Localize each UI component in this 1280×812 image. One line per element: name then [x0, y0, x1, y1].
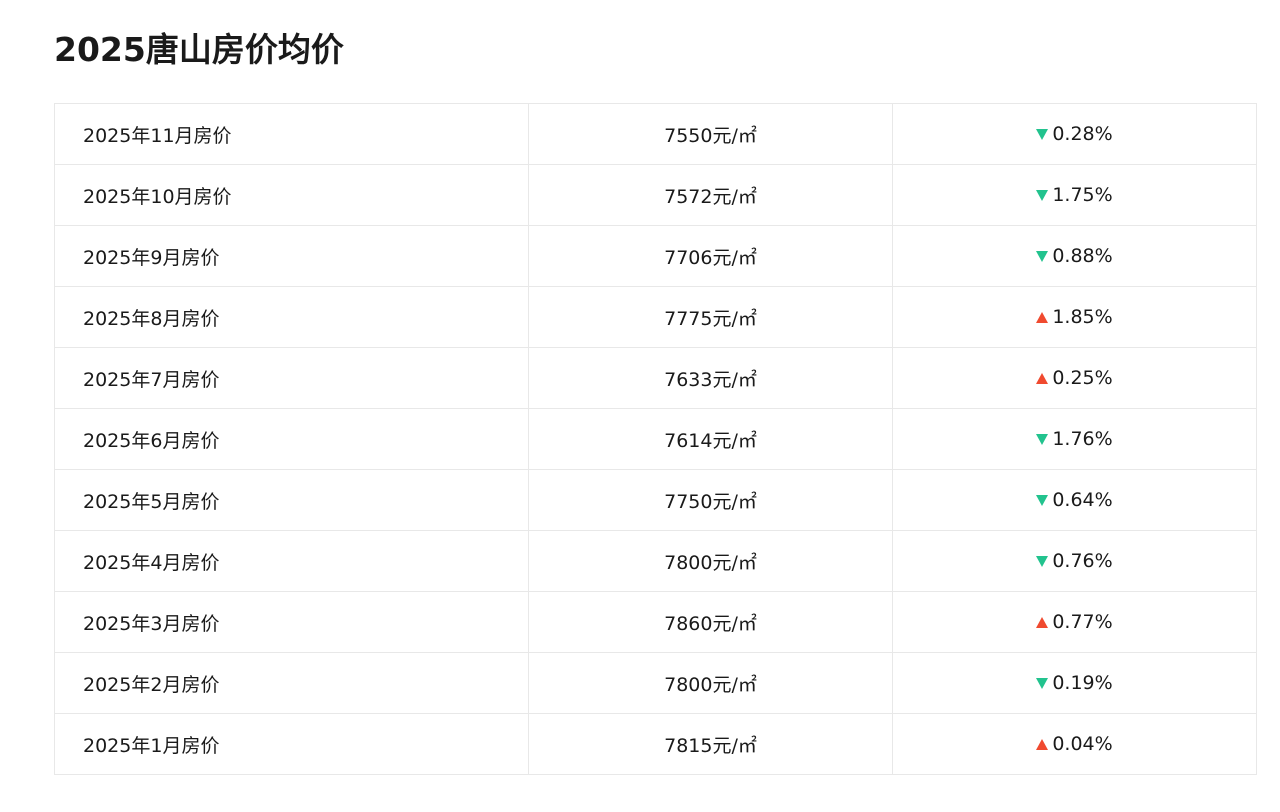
month-label: 2025年8月房价: [54, 286, 529, 348]
triangle-down-icon: [1036, 128, 1049, 140]
month-label: 2025年4月房价: [54, 530, 529, 592]
price-change: 0.25%: [892, 347, 1257, 409]
price-change: 0.28%: [892, 103, 1257, 165]
month-label: 2025年5月房价: [54, 469, 529, 531]
price-change: 0.76%: [892, 530, 1257, 592]
triangle-up-icon: [1036, 311, 1049, 323]
average-price: 7633元/㎡: [528, 347, 893, 409]
table-row: 2025年2月房价 7800元/㎡ 0.19%: [54, 652, 1257, 714]
table-row: 2025年11月房价 7550元/㎡ 0.28%: [54, 103, 1257, 165]
change-indicator: 1.75%: [1036, 184, 1113, 207]
change-indicator: 0.25%: [1036, 367, 1113, 390]
price-change: 1.75%: [892, 164, 1257, 226]
average-price: 7706元/㎡: [528, 225, 893, 287]
price-change: 1.85%: [892, 286, 1257, 348]
table-row: 2025年1月房价 7815元/㎡ 0.04%: [54, 713, 1257, 775]
month-label: 2025年3月房价: [54, 591, 529, 653]
average-price: 7572元/㎡: [528, 164, 893, 226]
month-label: 2025年7月房价: [54, 347, 529, 409]
price-change: 0.77%: [892, 591, 1257, 653]
triangle-down-icon: [1036, 433, 1049, 445]
table-row: 2025年7月房价 7633元/㎡ 0.25%: [54, 347, 1257, 409]
table-row: 2025年10月房价 7572元/㎡ 1.75%: [54, 164, 1257, 226]
month-label: 2025年9月房价: [54, 225, 529, 287]
average-price: 7800元/㎡: [528, 652, 893, 714]
price-change: 0.88%: [892, 225, 1257, 287]
triangle-down-icon: [1036, 250, 1049, 262]
change-indicator: 0.19%: [1036, 672, 1113, 695]
price-change: 0.64%: [892, 469, 1257, 531]
price-change: 0.19%: [892, 652, 1257, 714]
page-title: 2025唐山房价均价: [54, 30, 344, 69]
month-label: 2025年2月房价: [54, 652, 529, 714]
average-price: 7550元/㎡: [528, 103, 893, 165]
change-indicator: 0.04%: [1036, 733, 1113, 756]
average-price: 7750元/㎡: [528, 469, 893, 531]
average-price: 7815元/㎡: [528, 713, 893, 775]
change-indicator: 1.85%: [1036, 306, 1113, 329]
average-price: 7800元/㎡: [528, 530, 893, 592]
triangle-down-icon: [1036, 494, 1049, 506]
price-table: 2025年11月房价 7550元/㎡ 0.28% 2025年10月房价 7572…: [54, 103, 1257, 775]
month-label: 2025年10月房价: [54, 164, 529, 226]
change-indicator: 0.77%: [1036, 611, 1113, 634]
month-label: 2025年11月房价: [54, 103, 529, 165]
change-percent: 1.85%: [1052, 306, 1113, 329]
triangle-up-icon: [1036, 738, 1049, 750]
average-price: 7775元/㎡: [528, 286, 893, 348]
change-indicator: 0.76%: [1036, 550, 1113, 573]
change-percent: 0.19%: [1052, 672, 1113, 695]
table-row: 2025年8月房价 7775元/㎡ 1.85%: [54, 286, 1257, 348]
change-percent: 0.04%: [1052, 733, 1113, 756]
change-percent: 1.75%: [1052, 184, 1113, 207]
month-label: 2025年6月房价: [54, 408, 529, 470]
month-label: 2025年1月房价: [54, 713, 529, 775]
average-price: 7860元/㎡: [528, 591, 893, 653]
change-percent: 0.25%: [1052, 367, 1113, 390]
change-percent: 0.77%: [1052, 611, 1113, 634]
triangle-down-icon: [1036, 555, 1049, 567]
triangle-up-icon: [1036, 372, 1049, 384]
change-indicator: 0.88%: [1036, 245, 1113, 268]
average-price: 7614元/㎡: [528, 408, 893, 470]
change-percent: 0.88%: [1052, 245, 1113, 268]
page: 2025唐山房价均价 2025年11月房价 7550元/㎡ 0.28% 2025…: [0, 0, 1280, 812]
table-row: 2025年4月房价 7800元/㎡ 0.76%: [54, 530, 1257, 592]
table-row: 2025年6月房价 7614元/㎡ 1.76%: [54, 408, 1257, 470]
table-row: 2025年5月房价 7750元/㎡ 0.64%: [54, 469, 1257, 531]
table-row: 2025年3月房价 7860元/㎡ 0.77%: [54, 591, 1257, 653]
triangle-up-icon: [1036, 616, 1049, 628]
change-percent: 0.64%: [1052, 489, 1113, 512]
triangle-down-icon: [1036, 189, 1049, 201]
change-percent: 1.76%: [1052, 428, 1113, 451]
change-indicator: 0.28%: [1036, 123, 1113, 146]
table-row: 2025年9月房价 7706元/㎡ 0.88%: [54, 225, 1257, 287]
change-indicator: 1.76%: [1036, 428, 1113, 451]
price-table-body: 2025年11月房价 7550元/㎡ 0.28% 2025年10月房价 7572…: [54, 103, 1257, 775]
change-percent: 0.76%: [1052, 550, 1113, 573]
price-change: 0.04%: [892, 713, 1257, 775]
change-percent: 0.28%: [1052, 123, 1113, 146]
triangle-down-icon: [1036, 677, 1049, 689]
price-change: 1.76%: [892, 408, 1257, 470]
change-indicator: 0.64%: [1036, 489, 1113, 512]
